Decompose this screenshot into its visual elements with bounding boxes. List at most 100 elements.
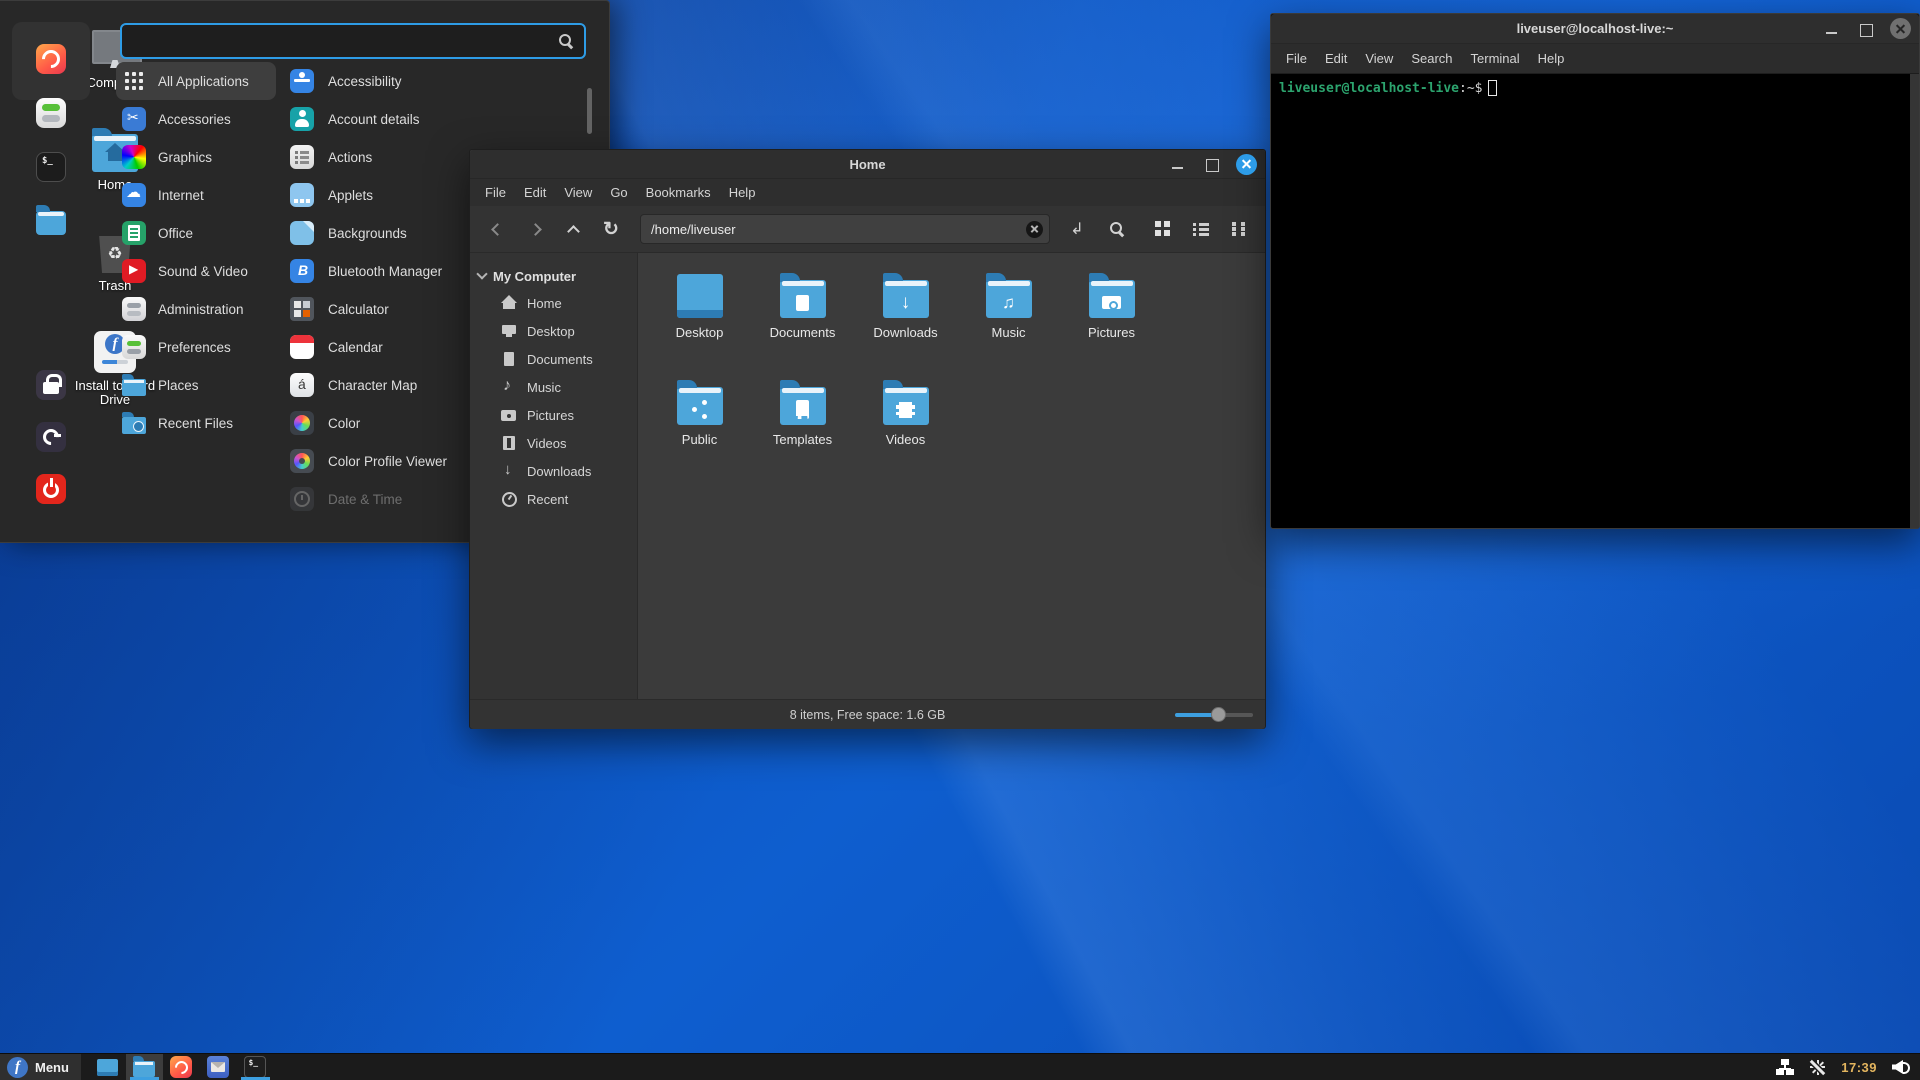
settings-icon[interactable]: [36, 98, 66, 128]
menu-search[interactable]: Search: [1402, 45, 1461, 72]
list-view-icon: [1193, 221, 1209, 237]
office-icon: [122, 221, 146, 245]
terminal-content[interactable]: liveuser@localhost-live:~$: [1271, 74, 1919, 528]
menu-file[interactable]: File: [1277, 45, 1316, 72]
file-manager-content[interactable]: Desktop Documents Downloads Music Pictures Pu…: [638, 253, 1265, 699]
maximize-button[interactable]: [1856, 19, 1876, 39]
videos-glyph: [883, 394, 929, 425]
taskbar-mail[interactable]: [200, 1054, 237, 1080]
taskbar-show-desktop[interactable]: [89, 1054, 126, 1080]
menu-bookmarks[interactable]: Bookmarks: [637, 179, 720, 206]
app-calendar[interactable]: Calendar: [290, 328, 590, 366]
volume-icon[interactable]: [1892, 1060, 1910, 1074]
logout-icon[interactable]: [36, 422, 66, 452]
folder-pictures[interactable]: Pictures: [1060, 271, 1163, 340]
folder-desktop[interactable]: Desktop: [648, 271, 751, 340]
menu-help[interactable]: Help: [1529, 45, 1574, 72]
menu-go[interactable]: Go: [601, 179, 636, 206]
start-menu: All Applications Accessories Graphics Inter…: [0, 0, 610, 543]
terminal-cursor: [1488, 80, 1497, 96]
search-button[interactable]: [1102, 214, 1132, 244]
app-calculator[interactable]: Calculator: [290, 290, 590, 328]
menu-help[interactable]: Help: [720, 179, 765, 206]
menu-scrollbar-thumb[interactable]: [587, 88, 592, 134]
files-icon[interactable]: [36, 211, 66, 235]
app-applets[interactable]: Applets: [290, 176, 590, 214]
app-label: Accessibility: [328, 74, 402, 89]
app-label: Calculator: [328, 302, 389, 317]
minimize-button[interactable]: [1822, 19, 1842, 39]
menu-button[interactable]: Menu: [0, 1054, 81, 1080]
category-recent-files[interactable]: Recent Files: [116, 404, 245, 442]
category-label: Accessories: [158, 112, 231, 127]
folder-videos[interactable]: Videos: [854, 378, 957, 447]
app-bluetooth[interactable]: Bluetooth Manager: [290, 252, 590, 290]
refresh-button[interactable]: ↻: [596, 214, 626, 244]
firefox-icon[interactable]: [36, 44, 66, 74]
taskbar-file-manager[interactable]: [126, 1054, 163, 1080]
category-sound-video[interactable]: Sound & Video: [116, 252, 260, 290]
category-administration[interactable]: Administration: [116, 290, 256, 328]
status-text: 8 items, Free space: 1.6 GB: [790, 708, 946, 722]
file-manager-icon: [133, 1061, 155, 1077]
category-office[interactable]: Office: [116, 214, 205, 252]
folder-label: Music: [992, 325, 1026, 340]
folder-documents[interactable]: Documents: [751, 271, 854, 340]
shutdown-icon[interactable]: [36, 474, 66, 504]
category-label: Sound & Video: [158, 264, 248, 279]
folder-label: Templates: [773, 432, 832, 447]
location-entry-icon: ↲: [1070, 219, 1083, 239]
taskbar-firefox[interactable]: [163, 1054, 200, 1080]
folder-music[interactable]: Music: [957, 271, 1060, 340]
app-backgrounds[interactable]: Backgrounds: [290, 214, 590, 252]
category-accessories[interactable]: Accessories: [116, 100, 243, 138]
terminal-icon: [244, 1056, 266, 1078]
app-date-time[interactable]: Date & Time: [290, 480, 590, 518]
lock-icon[interactable]: [36, 370, 66, 400]
zoom-slider[interactable]: [1175, 713, 1253, 717]
category-label: Internet: [158, 188, 204, 203]
terminal-titlebar[interactable]: liveuser@localhost-live:~: [1271, 14, 1919, 44]
close-button[interactable]: [1236, 154, 1257, 175]
folder-label: Documents: [770, 325, 836, 340]
app-charmap[interactable]: Character Map: [290, 366, 590, 404]
category-internet[interactable]: Internet: [116, 176, 216, 214]
menu-view[interactable]: View: [1356, 45, 1402, 72]
compact-view-button[interactable]: [1222, 214, 1256, 244]
graphics-icon: [122, 145, 146, 169]
toggle-location-entry-button[interactable]: ↲: [1062, 214, 1092, 244]
category-preferences[interactable]: Preferences: [116, 328, 243, 366]
path-input[interactable]: [640, 214, 1050, 244]
minimize-button[interactable]: [1168, 154, 1188, 174]
category-graphics[interactable]: Graphics: [116, 138, 224, 176]
app-color-profile-viewer[interactable]: Color Profile Viewer: [290, 442, 590, 480]
taskbar-terminal[interactable]: [237, 1054, 274, 1080]
network-icon[interactable]: [1776, 1059, 1794, 1075]
terminal-icon[interactable]: [36, 152, 66, 182]
menu-terminal[interactable]: Terminal: [1462, 45, 1529, 72]
app-actions[interactable]: Actions: [290, 138, 590, 176]
category-all-applications[interactable]: All Applications: [116, 62, 276, 100]
clear-path-button[interactable]: [1026, 221, 1043, 238]
search-input[interactable]: [120, 23, 586, 59]
zoom-slider-handle[interactable]: [1211, 707, 1226, 722]
show-desktop-icon: [97, 1059, 118, 1076]
app-account-details[interactable]: Account details: [290, 100, 590, 138]
terminal-scrollbar[interactable]: [1910, 74, 1919, 528]
menu-edit[interactable]: Edit: [1316, 45, 1356, 72]
folder-templates[interactable]: Templates: [751, 378, 854, 447]
folder-downloads[interactable]: Downloads: [854, 271, 957, 340]
folder-public[interactable]: Public: [648, 378, 751, 447]
category-places[interactable]: Places: [116, 366, 211, 404]
bluetooth-icon: [290, 259, 314, 283]
app-label: Color Profile Viewer: [328, 454, 447, 469]
app-label: Calendar: [328, 340, 383, 355]
icon-view-button[interactable]: [1146, 214, 1180, 244]
app-color[interactable]: Color: [290, 404, 590, 442]
notifications-icon[interactable]: [1809, 1059, 1826, 1076]
close-button[interactable]: [1890, 18, 1911, 39]
clock[interactable]: 17:39: [1841, 1060, 1877, 1075]
list-view-button[interactable]: [1184, 214, 1218, 244]
app-accessibility[interactable]: Accessibility: [290, 62, 590, 100]
maximize-button[interactable]: [1202, 154, 1222, 174]
